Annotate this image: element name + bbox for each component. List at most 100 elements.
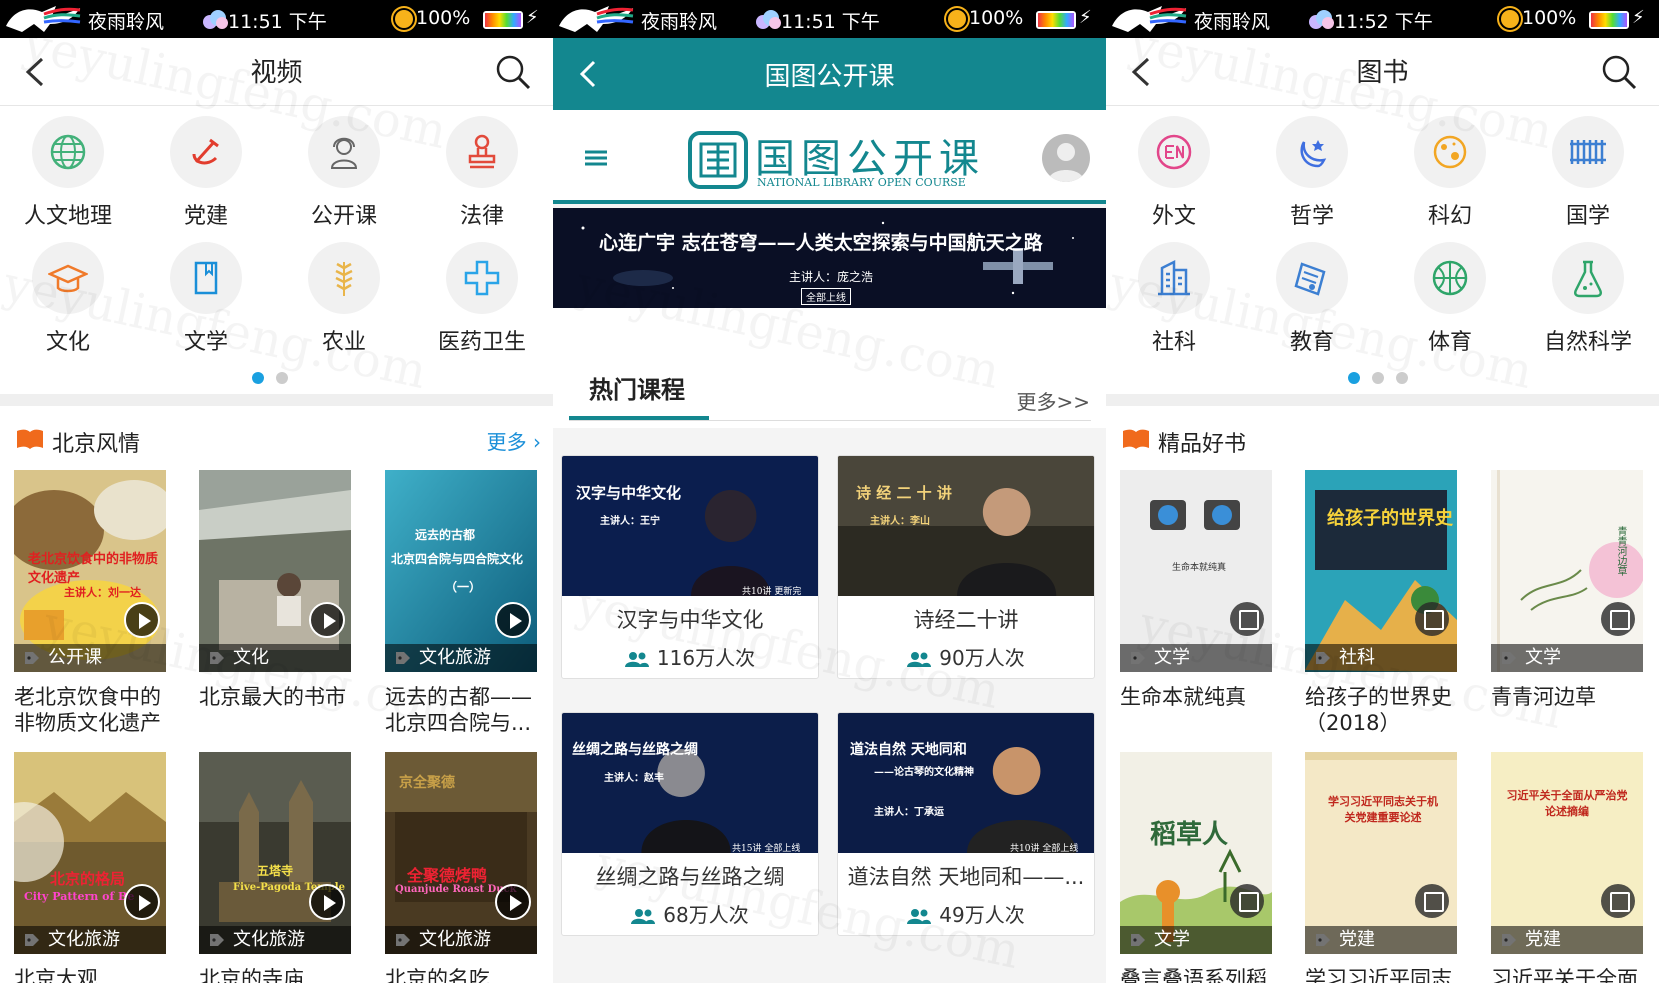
video-tile[interactable]: 五塔寺 Five-Pagoda Temple 文化旅游 [199, 752, 351, 954]
avatar[interactable] [1042, 134, 1090, 182]
wheat-icon [335, 262, 353, 296]
course-views: 90万人次 [838, 642, 1094, 671]
play-icon[interactable] [309, 884, 345, 920]
book-cover [1491, 752, 1643, 954]
bookmark-icon[interactable] [1230, 602, 1264, 636]
book-caption[interactable]: 给孩子的世界史（2018） [1305, 684, 1465, 736]
cover-text: 给孩子的世界史 [1327, 508, 1453, 529]
category-falv[interactable]: 法律 [422, 116, 542, 230]
search-icon[interactable] [495, 54, 531, 90]
video-tile[interactable]: 文化 [199, 470, 351, 672]
weather-icon [1309, 10, 1334, 29]
book-caption[interactable]: 习近平关于全面 [1491, 966, 1651, 983]
battery-percent: 100% [416, 7, 471, 29]
course-title: 丝绸之路与丝路之绸 [595, 865, 785, 889]
play-icon[interactable] [495, 602, 531, 638]
course-card[interactable]: 汉字与中华文化 主讲人：王宁 共10讲 更新完 汉字与中华文化 116万人次 [561, 455, 819, 679]
course-title: 道法自然 天地同和——... [847, 865, 1085, 889]
category-jiaoyu[interactable]: 教育 [1252, 242, 1372, 356]
video-tile[interactable]: 京全聚德 全聚德烤鸭 Quanjude Roast Duck 文化旅游 [385, 752, 537, 954]
category-renwendili[interactable]: 人文地理 [8, 116, 128, 230]
video-caption[interactable]: 北京的名吃 [385, 966, 545, 983]
thumbnail-subtext: 北京四合院与四合院文化 [391, 552, 524, 566]
book-tile[interactable]: 习近平关于全面从严治党论述摘编 党建 [1491, 752, 1643, 954]
category-tiyu[interactable]: 体育 [1390, 242, 1510, 356]
category-gongkaike[interactable]: 公开课 [284, 116, 404, 230]
book-caption[interactable]: 生命本就纯真 [1120, 684, 1280, 710]
category-tag: 文学 [1120, 644, 1272, 672]
more-link[interactable]: 更多>> [1016, 386, 1090, 415]
category-tag: 文学 [1120, 926, 1272, 954]
course-card[interactable]: 诗 经 二 十 讲 主讲人：李山 诗经二十讲 90万人次 [837, 455, 1095, 679]
page-indicator-dot [1372, 372, 1384, 384]
status-bar: 夜雨聆风 11:51 下午 100% ⚡ [553, 0, 1106, 38]
book-caption[interactable]: 青青河边草 [1491, 684, 1651, 710]
search-icon[interactable] [1601, 54, 1637, 90]
book-tile[interactable]: 生命本就纯真 文学 [1120, 470, 1272, 672]
thumbnail-text: 道法自然 天地同和 [850, 742, 967, 758]
course-title: 诗经二十讲 [913, 608, 1019, 632]
bookmark-icon[interactable] [1415, 884, 1449, 918]
category-zhexue[interactable]: 哲学 [1252, 116, 1372, 230]
more-link[interactable]: 更多 › [487, 426, 541, 455]
book-caption[interactable]: 学习习近平同志 [1305, 966, 1465, 983]
category-dangjian[interactable]: 党建 [146, 116, 266, 230]
category-sheke[interactable]: 社科 [1114, 242, 1234, 356]
video-thumbnail [14, 752, 166, 954]
planet-icon [1433, 135, 1467, 169]
book-caption[interactable]: 叠言叠语系列稻 [1120, 966, 1280, 983]
building-doc-icon [1158, 259, 1190, 296]
page-indicator-dot [1396, 372, 1408, 384]
course-card[interactable]: 丝绸之路与丝路之绸 主讲人：赵丰 共15讲 全部上线 丝绸之路与丝路之绸 68万… [561, 712, 819, 936]
bookmark-icon[interactable] [1601, 884, 1635, 918]
category-wenxue[interactable]: 文学 [146, 242, 266, 356]
medical-cross-icon [464, 260, 500, 296]
video-caption[interactable]: 北京大观 [14, 966, 174, 983]
video-tile[interactable]: 老北京饮食中的非物质文化遗产 主讲人：刘一达 公开课 [14, 470, 166, 672]
lecture-header: 国图公开课 [553, 38, 1106, 110]
people-icon [907, 652, 932, 667]
video-caption[interactable]: 老北京饮食中的非物质文化遗产 [14, 684, 174, 736]
basketball-icon [1432, 260, 1468, 296]
books-header: 图书 [1106, 38, 1659, 106]
promo-banner[interactable]: 心连广宇 志在苍穹——人类太空探索与中国航天之路 主讲人：庞之浩 全部上线 [553, 208, 1106, 308]
banner-speaker: 主讲人：庞之浩 [789, 270, 874, 284]
video-caption[interactable]: 北京最大的书市 [199, 684, 359, 710]
play-icon[interactable] [309, 602, 345, 638]
thumbnail-subtext: City Pattern of Be [24, 890, 135, 903]
book-tile[interactable]: 稻草人 文学 [1120, 752, 1272, 954]
play-icon[interactable] [495, 884, 531, 920]
open-book-icon [1123, 429, 1149, 449]
divider [1106, 394, 1659, 406]
category-tag: 文化旅游 [385, 644, 537, 672]
book-cover [1305, 752, 1457, 954]
category-nongye[interactable]: 农业 [284, 242, 404, 356]
category-wenhua[interactable]: 文化 [8, 242, 128, 356]
status-app-name: 夜雨聆风 [641, 11, 718, 33]
bookmark-icon[interactable] [1601, 602, 1635, 636]
category-tag: 文化旅游 [14, 926, 166, 954]
category-yiyaoweisheng[interactable]: 医药卫生 [422, 242, 542, 356]
category-ziranxiaxue[interactable]: 自然科学 [1528, 242, 1648, 356]
hamburger-menu-icon[interactable] [585, 150, 607, 166]
category-kehuan[interactable]: 科幻 [1390, 116, 1510, 230]
video-caption[interactable]: 远去的古都——北京四合院与... [385, 684, 545, 736]
category-tag: 党建 [1305, 926, 1457, 954]
video-tile[interactable]: 北京的格局 City Pattern of Be 文化旅游 [14, 752, 166, 954]
category-guoxue[interactable]: 国学 [1528, 116, 1648, 230]
book-tile[interactable]: 青青河边草 文学 [1491, 470, 1643, 672]
video-tile[interactable]: 远去的古都 北京四合院与四合院文化 （一） 文化旅游 [385, 470, 537, 672]
bookmark-icon[interactable] [1230, 884, 1264, 918]
horse-logo-icon [6, 6, 81, 32]
video-thumbnail [199, 752, 351, 954]
play-icon[interactable] [124, 602, 160, 638]
bookmark-icon[interactable] [1415, 602, 1449, 636]
book-tile[interactable]: 学习习近平同志关于机关党建重要论述 党建 [1305, 752, 1457, 954]
play-icon[interactable] [124, 884, 160, 920]
category-waiwen[interactable]: 外文 [1114, 116, 1234, 230]
video-caption[interactable]: 北京的寺庙 [199, 966, 359, 983]
banner-button[interactable]: 全部上线 [801, 288, 851, 305]
category-tag: 文化 [199, 644, 351, 672]
book-tile[interactable]: 给孩子的世界史 社科 [1305, 470, 1457, 672]
course-card[interactable]: 道法自然 天地同和 ——论古琴的文化精神 主讲人：丁承运 共10讲 全部上线 道… [837, 712, 1095, 936]
